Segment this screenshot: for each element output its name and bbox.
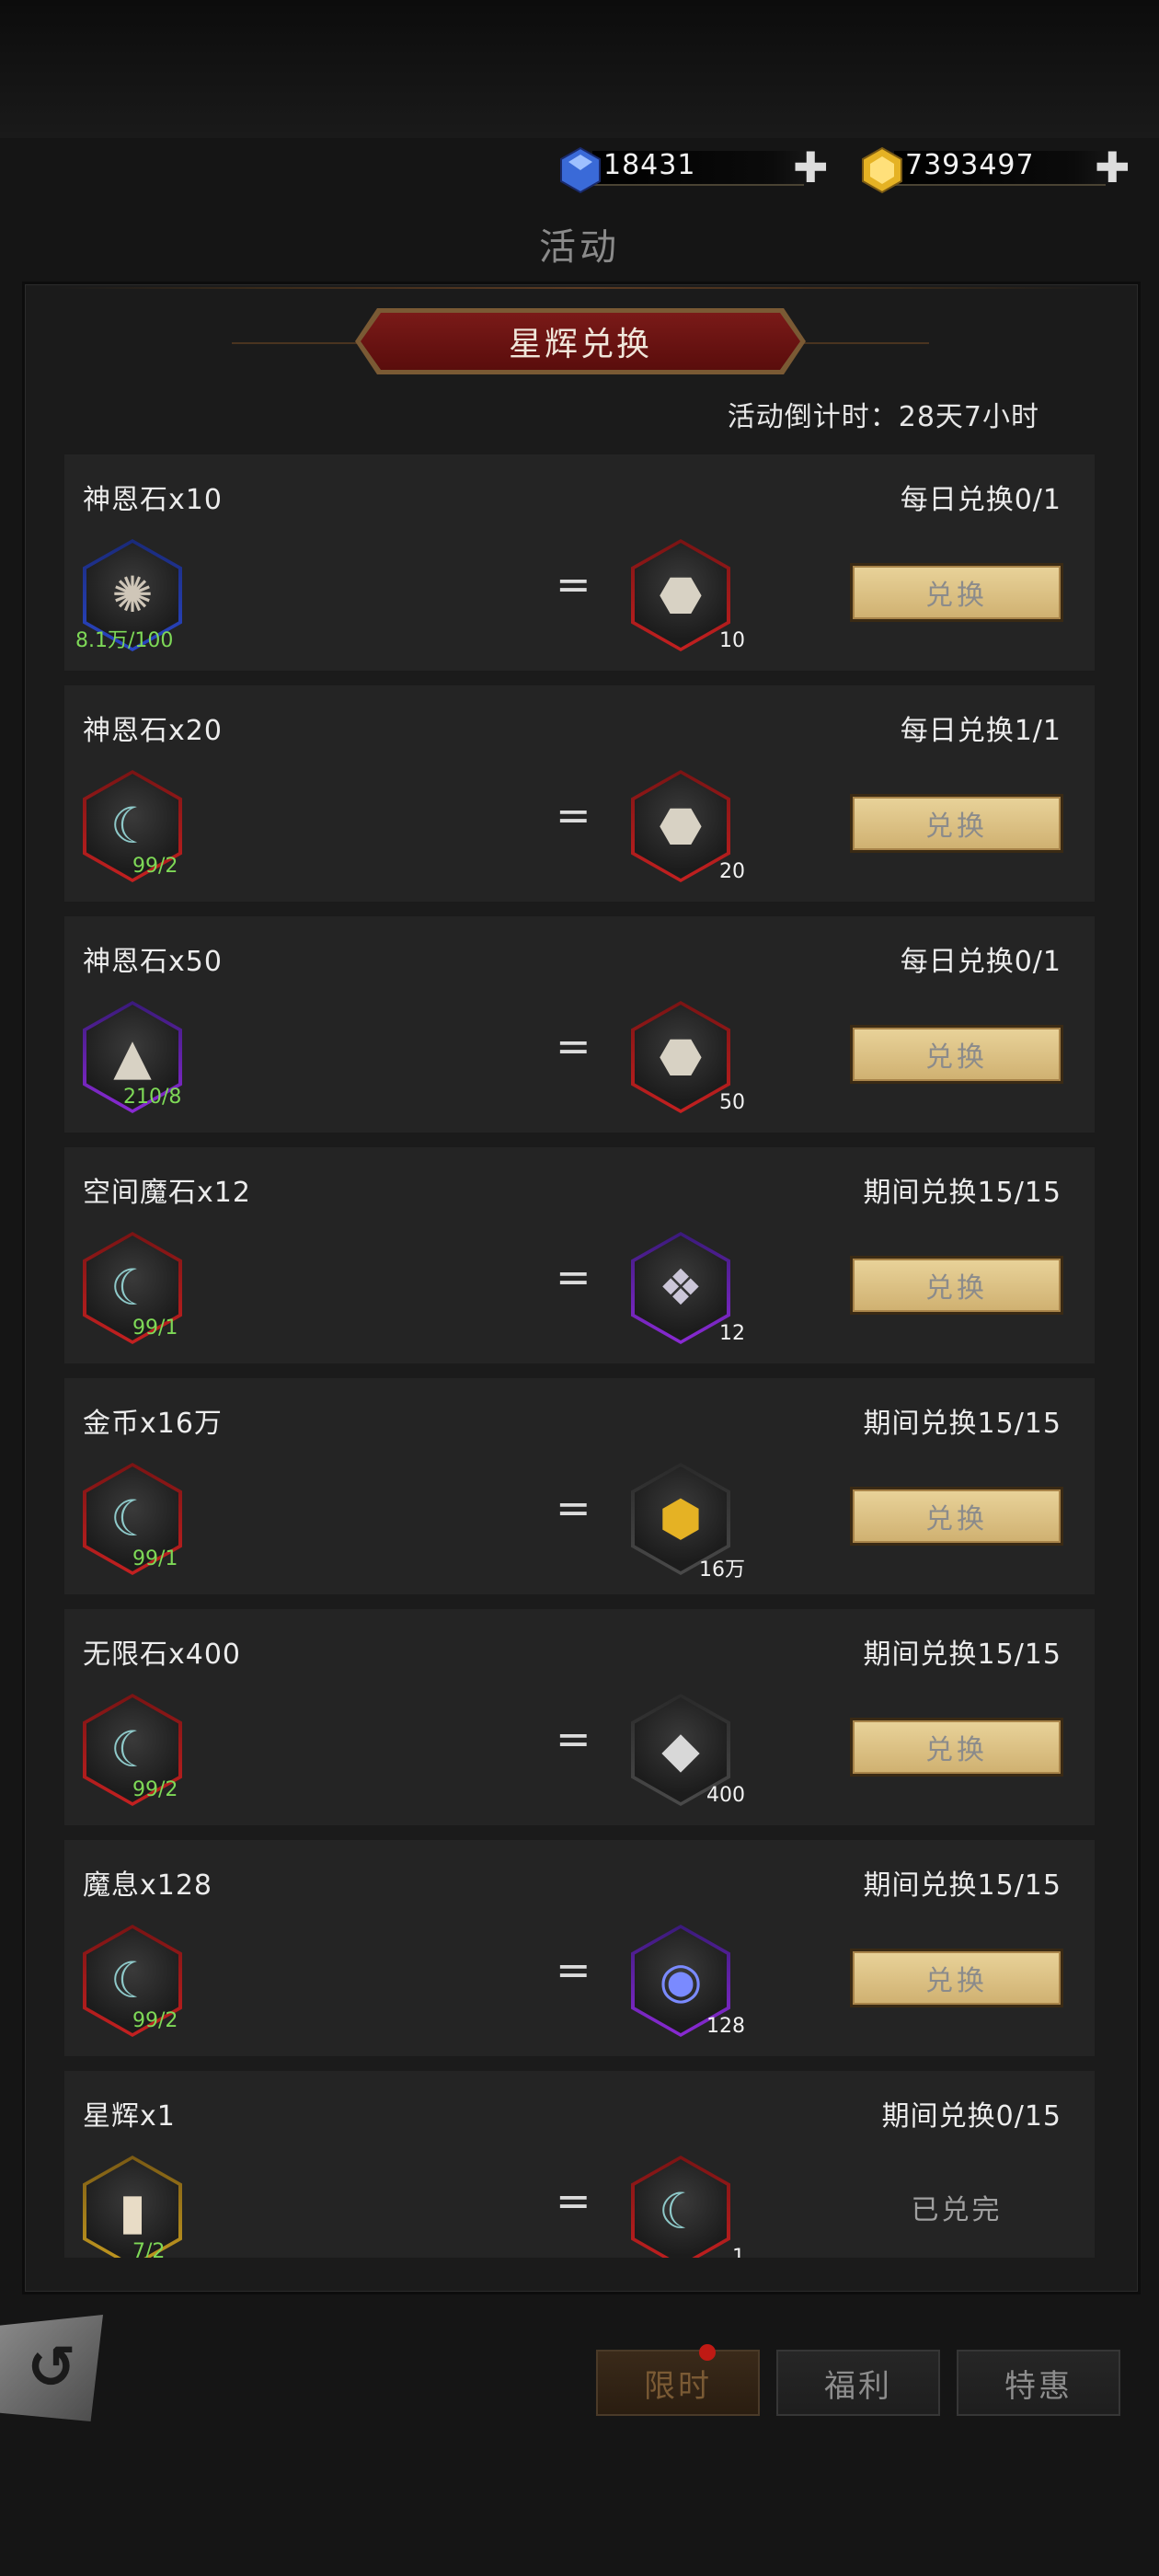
exchange-card: 神恩石x10 每日兑换0/1 ✺ 8.1万/100 = ⬣ 10 兑换 bbox=[64, 454, 1095, 671]
exchange-limit: 期间兑换0/15 bbox=[881, 2100, 1061, 2133]
exchange-button[interactable]: 兑换 bbox=[850, 1949, 1063, 2007]
diamond-currency: 18431 ✚ bbox=[556, 145, 832, 194]
item-name: 神恩石x10 bbox=[83, 484, 223, 516]
item-name: 神恩石x20 bbox=[83, 715, 223, 747]
banner-line-left bbox=[232, 342, 361, 344]
exchange-card: 神恩石x20 每日兑换1/1 ☾ 99/2 = ⬣ 20 兑换 bbox=[64, 685, 1095, 902]
equals-sign: = bbox=[556, 790, 591, 840]
exchange-card: 无限石x400 期间兑换15/15 ☾ 99/2 = ◆ 400 兑换 bbox=[64, 1609, 1095, 1825]
reward-quantity: 20 bbox=[719, 860, 745, 883]
tab-limited-time[interactable]: 限时 bbox=[596, 2350, 760, 2416]
gold-currency: 7393497 ✚ bbox=[857, 145, 1152, 194]
exchange-limit: 期间兑换15/15 bbox=[863, 1408, 1061, 1440]
equals-sign: = bbox=[556, 1714, 591, 1764]
cost-count: 8.1万/100 bbox=[75, 629, 174, 652]
reward-quantity: 1 bbox=[732, 2246, 745, 2258]
page-title: 活动 bbox=[539, 226, 620, 269]
back-arrow-icon: ↺ bbox=[27, 2334, 76, 2402]
diamond-amount: 18431 bbox=[603, 149, 696, 181]
reward-item-icon: ☾ bbox=[631, 2156, 730, 2258]
exchange-button[interactable]: 兑换 bbox=[850, 1256, 1063, 1315]
item-name: 神恩石x50 bbox=[83, 946, 223, 978]
equals-sign: = bbox=[556, 1252, 591, 1302]
exchange-list[interactable]: 神恩石x10 每日兑换0/1 ✺ 8.1万/100 = ⬣ 10 兑换 神恩石x… bbox=[64, 454, 1095, 2258]
item-name: 金币x16万 bbox=[83, 1408, 223, 1440]
cost-count: 99/1 bbox=[132, 1317, 178, 1340]
event-countdown: 活动倒计时：28天7小时 bbox=[727, 401, 1039, 433]
item-name: 无限石x400 bbox=[83, 1639, 242, 1671]
add-gold-button[interactable]: ✚ bbox=[1095, 146, 1130, 189]
add-diamond-button[interactable]: ✚ bbox=[793, 146, 829, 189]
blue-gem-icon bbox=[560, 146, 601, 194]
gold-amount: 7393497 bbox=[905, 149, 1035, 181]
exchange-limit: 每日兑换0/1 bbox=[900, 484, 1061, 516]
cost-count: 99/2 bbox=[132, 855, 178, 878]
reward-quantity: 50 bbox=[719, 1091, 745, 1114]
item-name: 空间魔石x12 bbox=[83, 1177, 251, 1209]
cost-count: 99/1 bbox=[132, 1547, 178, 1570]
exchange-button[interactable]: 兑换 bbox=[850, 563, 1063, 622]
horn-icon: ☾ bbox=[635, 2159, 727, 2258]
reward-quantity: 10 bbox=[719, 629, 745, 652]
equals-sign: = bbox=[556, 1945, 591, 1995]
cost-count: 7/2 bbox=[132, 2240, 166, 2258]
exchange-limit: 期间兑换15/15 bbox=[863, 1869, 1061, 1902]
tab-special-offer[interactable]: 特惠 bbox=[957, 2350, 1120, 2416]
exchange-card: 神恩石x50 每日兑换0/1 ▲ 210/8 = ⬣ 50 兑换 bbox=[64, 916, 1095, 1133]
exchange-card: 魔息x128 期间兑换15/15 ☾ 99/2 = ◉ 128 兑换 bbox=[64, 1840, 1095, 2056]
reward-quantity: 400 bbox=[706, 1784, 745, 1807]
cost-count: 99/2 bbox=[132, 2009, 178, 2032]
exchange-card: 星辉x1 期间兑换0/15 ▮ 7/2 = ☾ 1 已兑完 bbox=[64, 2071, 1095, 2258]
exchange-card: 空间魔石x12 期间兑换15/15 ☾ 99/1 = ❖ 12 兑换 bbox=[64, 1147, 1095, 1363]
reward-quantity: 12 bbox=[719, 1322, 745, 1345]
item-name: 星辉x1 bbox=[83, 2100, 176, 2133]
tab-welfare[interactable]: 福利 bbox=[776, 2350, 940, 2416]
exchange-button[interactable]: 兑换 bbox=[850, 1025, 1063, 1084]
equals-sign: = bbox=[556, 1021, 591, 1071]
top-status-area bbox=[0, 0, 1159, 138]
reward-quantity: 128 bbox=[706, 2015, 745, 2038]
cost-count: 99/2 bbox=[132, 1778, 178, 1801]
exchange-limit: 期间兑换15/15 bbox=[863, 1639, 1061, 1671]
exchange-button[interactable]: 兑换 bbox=[850, 1718, 1063, 1777]
exchange-button[interactable]: 兑换 bbox=[850, 794, 1063, 853]
exchange-limit: 每日兑换1/1 bbox=[900, 715, 1061, 747]
equals-sign: = bbox=[556, 559, 591, 609]
gold-gem-icon bbox=[862, 146, 902, 194]
exchange-card: 金币x16万 期间兑换15/15 ☾ 99/1 = ⬢ 16万 兑换 bbox=[64, 1378, 1095, 1594]
panel-divider bbox=[55, 287, 1104, 289]
equals-sign: = bbox=[556, 1483, 591, 1533]
exchange-limit: 每日兑换0/1 bbox=[900, 946, 1061, 978]
reward-quantity: 16万 bbox=[699, 1558, 745, 1581]
back-button[interactable]: ↺ bbox=[0, 2315, 103, 2421]
exchange-button[interactable]: 兑换 bbox=[850, 1487, 1063, 1546]
cost-count: 210/8 bbox=[123, 1086, 182, 1109]
item-name: 魔息x128 bbox=[83, 1869, 213, 1902]
banner-line-right bbox=[800, 342, 929, 344]
exchange-limit: 期间兑换15/15 bbox=[863, 1177, 1061, 1209]
exchange-completed-label: 已兑完 bbox=[911, 2194, 1003, 2226]
equals-sign: = bbox=[556, 2176, 591, 2225]
notification-dot bbox=[699, 2344, 716, 2361]
banner-title: 星辉兑换 bbox=[361, 313, 800, 370]
